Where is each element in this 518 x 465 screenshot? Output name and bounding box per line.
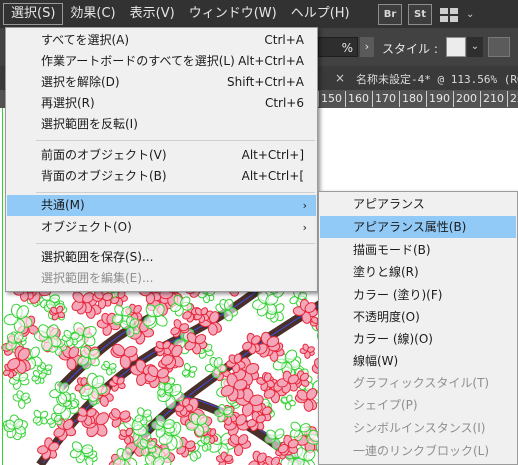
submenu-item-stroke-weight[interactable]: 線幅(W)	[320, 350, 516, 372]
workspace-grid-icon[interactable]	[438, 5, 460, 24]
menu-window[interactable]: ウィンドウ(W)	[182, 3, 284, 25]
submenu-item-appearance-attribute[interactable]: アピアランス属性(B)	[320, 216, 516, 238]
document-tab-title[interactable]: 名称未設定-4* @ 113.56% (RGB	[356, 71, 518, 87]
ruler-tick: 160	[345, 91, 369, 107]
chevron-right-icon[interactable]: ›	[360, 37, 374, 57]
ruler-tick: 200	[453, 91, 477, 107]
ruler-tick: 220	[507, 91, 518, 107]
same-submenu: アピアランス アピアランス属性(B) 描画モード(B) 塗りと線(R) カラー …	[318, 191, 518, 465]
panel-toggle-button[interactable]	[488, 37, 510, 57]
menu-view[interactable]: 表示(V)	[123, 3, 182, 25]
menu-effect[interactable]: 効果(C)	[63, 3, 122, 25]
menu-separator	[36, 243, 315, 244]
app-switcher: Br St ⌄	[378, 4, 474, 25]
style-swatch[interactable]	[446, 37, 466, 57]
menu-item-object[interactable]: オブジェクト(O) ›	[7, 217, 316, 238]
chevron-right-icon: ›	[302, 199, 307, 212]
ruler-tick: 180	[399, 91, 423, 107]
submenu-item-appearance[interactable]: アピアランス	[320, 193, 516, 215]
chevron-down-icon[interactable]: ⌄	[466, 9, 474, 20]
stock-icon[interactable]: St	[408, 4, 432, 25]
ruler-tick: 150	[318, 91, 342, 107]
menu-item-inverse[interactable]: 選択範囲を反転(I)	[7, 114, 316, 135]
artboard-edge	[2, 108, 3, 465]
submenu-item-stroke-color[interactable]: カラー (線)(O)	[320, 328, 516, 350]
menu-item-select-all-artboard[interactable]: 作業アートボードのすべてを選択(L) Alt+Ctrl+A	[7, 51, 316, 72]
style-label: スタイル :	[382, 42, 438, 56]
menu-item-save-selection[interactable]: 選択範囲を保存(S)...	[7, 247, 316, 268]
menu-item-deselect[interactable]: 選択を解除(D) Shift+Ctrl+A	[7, 72, 316, 93]
submenu-item-symbol-instance: シンボルインスタンス(I)	[353, 421, 486, 435]
menu-item-next-object-above[interactable]: 前面のオブジェクト(V) Alt+Ctrl+]	[7, 145, 316, 166]
submenu-item-opacity[interactable]: 不透明度(O)	[320, 306, 516, 328]
menu-help[interactable]: ヘルプ(H)	[284, 3, 357, 25]
menu-separator	[36, 140, 315, 141]
menu-select[interactable]: 選択(S)	[3, 3, 64, 25]
submenu-item-fill-stroke[interactable]: 塗りと線(R)	[320, 261, 516, 283]
submenu-item-graphic-style: グラフィックスタイル(T)	[353, 376, 490, 390]
chevron-down-icon[interactable]: ⌄	[467, 37, 483, 57]
bridge-icon[interactable]: Br	[378, 4, 402, 25]
menu-separator	[36, 192, 315, 193]
ruler-tick: 190	[426, 91, 450, 107]
ruler-tick: 210	[480, 91, 504, 107]
submenu-item-link-block-series: 一連のリンクブロック(L)	[353, 444, 490, 458]
select-menu-dropdown: すべてを選択(A) Ctrl+A 作業アートボードのすべてを選択(L) Alt+Ct…	[5, 27, 318, 292]
submenu-item-shape: シェイプ(P)	[353, 398, 418, 412]
zoom-percent-field[interactable]: %	[318, 37, 358, 57]
ruler-tick: 170	[372, 91, 396, 107]
submenu-item-blending-mode[interactable]: 描画モード(B)	[320, 239, 516, 261]
menu-item-next-object-below[interactable]: 背面のオブジェクト(B) Alt+Ctrl+[	[7, 166, 316, 187]
menu-item-same[interactable]: 共通(M) ›	[7, 195, 316, 216]
menu-item-select-all[interactable]: すべてを選択(A) Ctrl+A	[7, 30, 316, 51]
menu-item-edit-selection: 選択範囲を編集(E)...	[41, 271, 154, 285]
submenu-item-fill-color[interactable]: カラー (塗り)(F)	[320, 284, 516, 306]
menu-item-reselect[interactable]: 再選択(R) Ctrl+6	[7, 93, 316, 114]
chevron-right-icon: ›	[302, 221, 307, 234]
close-icon[interactable]: ×	[335, 71, 345, 85]
